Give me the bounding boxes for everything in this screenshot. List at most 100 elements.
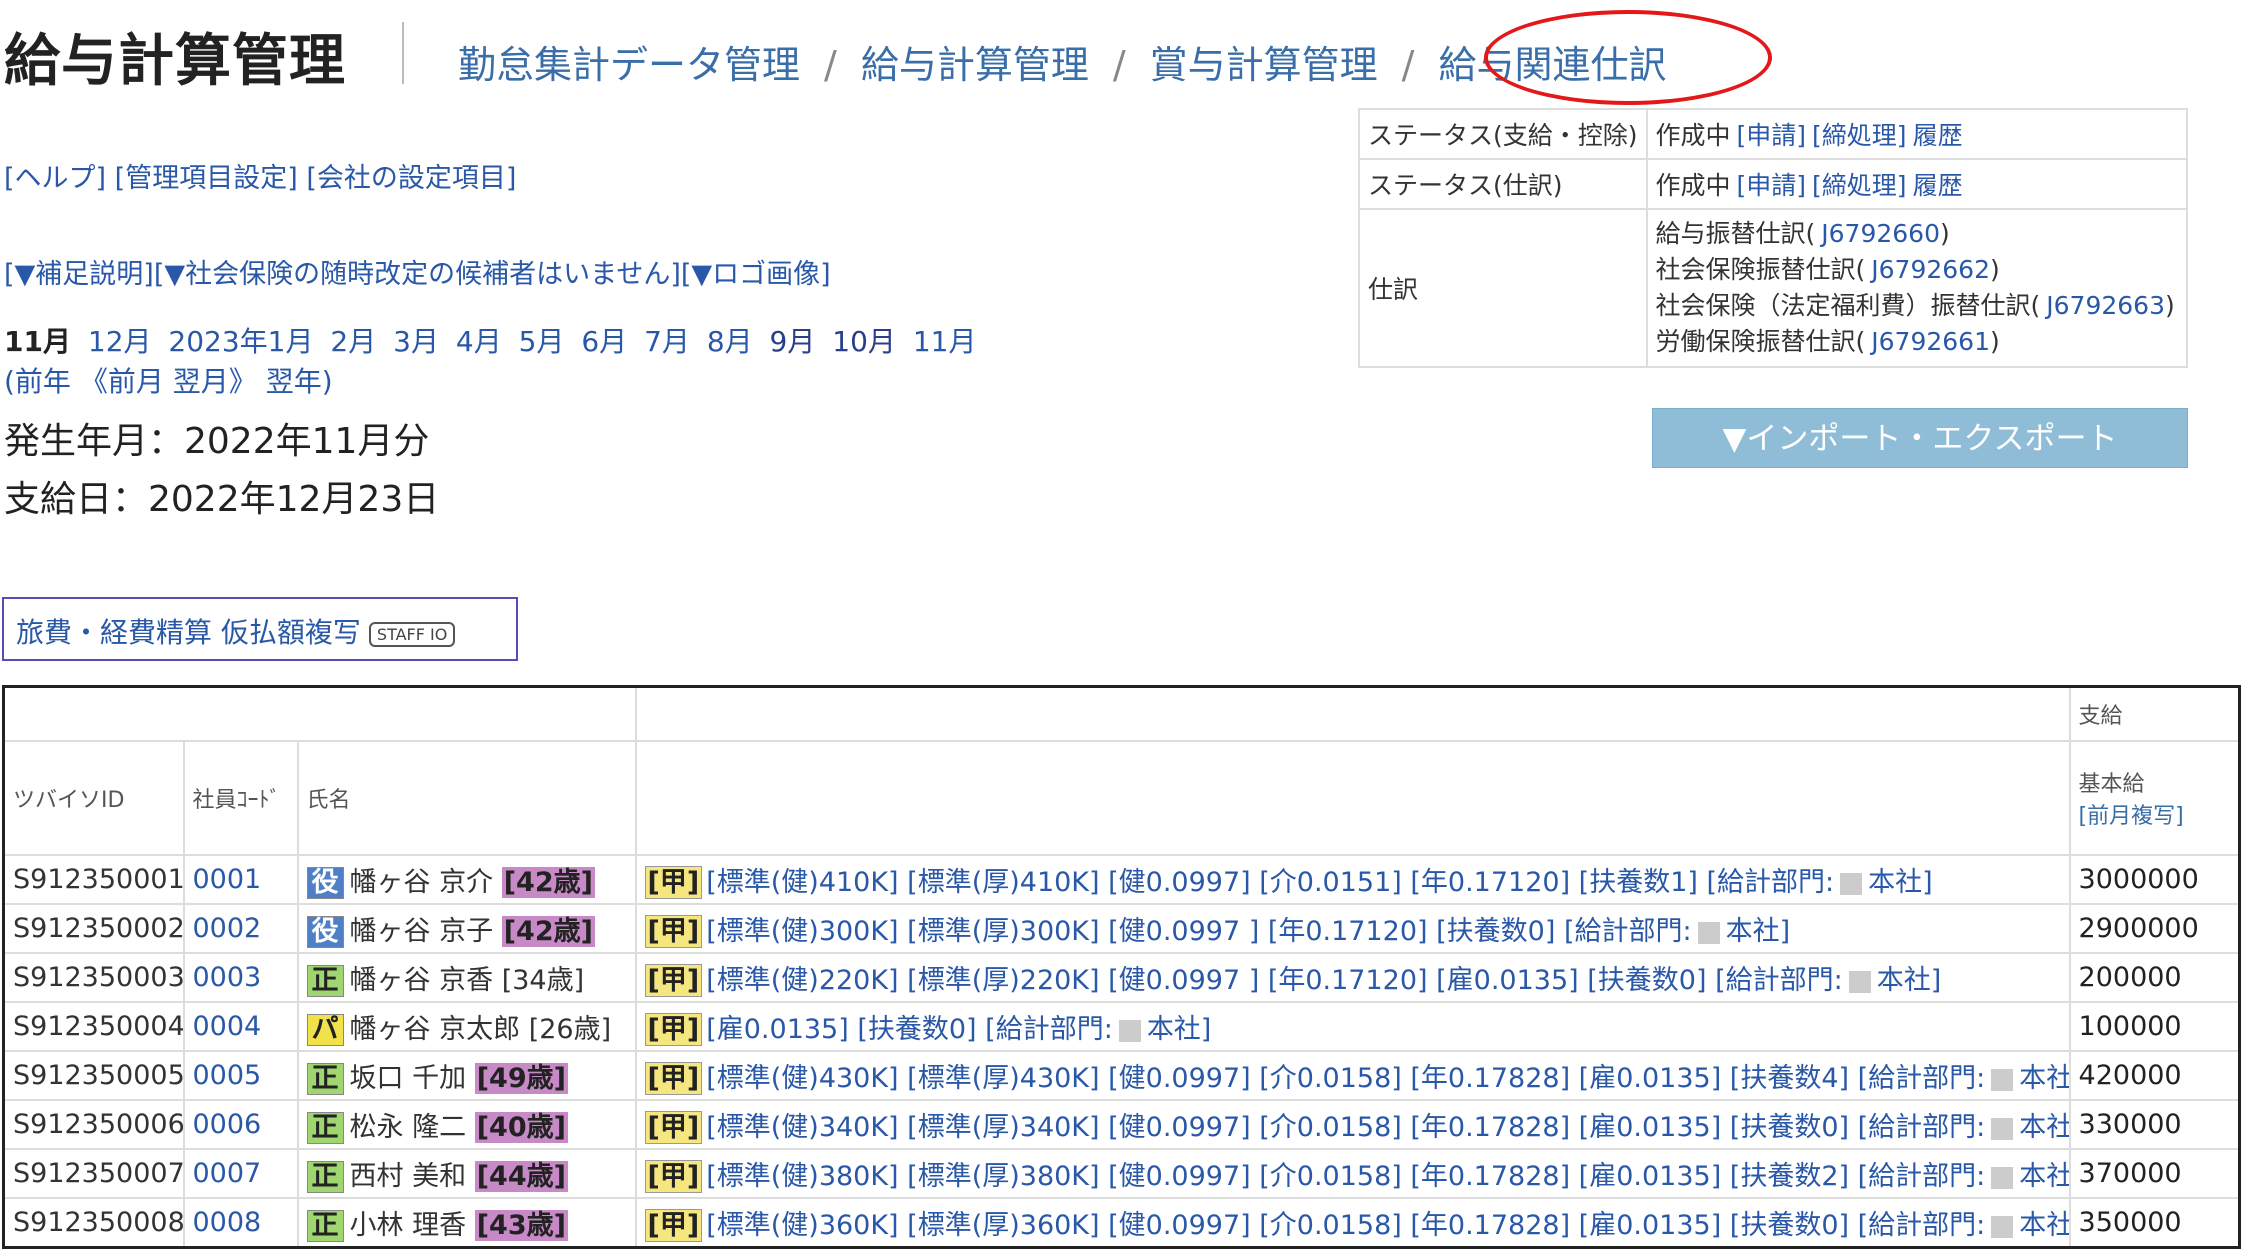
journal-link[interactable]: J6792660: [1821, 219, 1940, 248]
month-link[interactable]: 2023年1月: [168, 325, 313, 358]
dept-link[interactable]: 本社]: [1726, 916, 1791, 947]
employee-age: [42歳]: [501, 916, 595, 947]
supplement-links: [▼補足説明][▼社会保険の随時改定の候補者はいません][▼ロゴ画像]: [4, 252, 831, 291]
apply-link[interactable]: [申請]: [1737, 121, 1807, 150]
basic-salary[interactable]: 100000: [2068, 1001, 2241, 1052]
insurance-info-link[interactable]: [標準(健)300K] [標準(厚)300K] [健0.0997 ] [年0.1…: [706, 916, 1691, 947]
employee-info-cell: [甲] [雇0.0135] [扶養数0] [給計部門: 本社]: [634, 1001, 2071, 1052]
next-month-link[interactable]: 翌月》: [173, 365, 257, 398]
month-link[interactable]: 3月: [393, 325, 439, 358]
employee-code-cell: 0001: [182, 854, 299, 905]
dept-link[interactable]: 本社]: [1147, 1014, 1212, 1045]
close-link[interactable]: [締処理]: [1812, 121, 1907, 150]
employee-info-cell: [甲] [標準(健)410K] [標準(厚)410K] [健0.0997] [介0…: [634, 854, 2071, 905]
import-export-button[interactable]: ▼インポート・エクスポート: [1652, 408, 2188, 468]
insurance-info-link[interactable]: [標準(健)340K] [標準(厚)340K] [健0.0997] [介0.01…: [706, 1112, 1985, 1143]
journal-label: 仕訳: [1358, 208, 1648, 368]
month-link[interactable]: 2月: [330, 325, 376, 358]
copy-prev-month-link[interactable]: [前月複写]: [2079, 798, 2231, 830]
journal-link[interactable]: J6792661: [1871, 327, 1990, 356]
employee-age: [26歳]: [528, 1014, 612, 1045]
journal-link[interactable]: J6792663: [2046, 291, 2165, 320]
employee-code-link[interactable]: 0005: [193, 1060, 262, 1091]
employee-code-link[interactable]: 0003: [193, 962, 262, 993]
dept-color-swatch: [1991, 1215, 2014, 1238]
dept-link[interactable]: 本社]: [1877, 965, 1942, 996]
basic-salary[interactable]: 3000000: [2068, 854, 2241, 905]
table-header-group: 支給: [2, 685, 2241, 742]
employee-id: S912350008: [2, 1197, 185, 1249]
month-link[interactable]: 4月: [456, 325, 502, 358]
employee-name: 幡ヶ谷 京子: [349, 916, 494, 947]
employee-code-link[interactable]: 0008: [193, 1207, 262, 1238]
employee-code-cell: 0008: [182, 1197, 299, 1249]
nav-separator: /: [824, 43, 837, 87]
company-settings-link[interactable]: [会社の設定項目]: [306, 163, 516, 194]
basic-salary[interactable]: 370000: [2068, 1148, 2241, 1199]
employee-code-link[interactable]: 0007: [193, 1158, 262, 1189]
basic-salary[interactable]: 200000: [2068, 952, 2241, 1003]
employee-code-link[interactable]: 0001: [193, 864, 262, 895]
employment-type-badge: 役: [306, 867, 344, 899]
tax-category: [甲]: [644, 1160, 703, 1193]
table-row: S912350005 0005 正坂口 千加 [49歳] [甲] [標準(健)430K]…: [2, 1050, 2241, 1101]
month-link[interactable]: 8月: [707, 325, 753, 358]
apply-link[interactable]: [申請]: [1737, 171, 1807, 200]
employee-name-cell: 役幡ヶ谷 京子 [42歳]: [296, 903, 637, 954]
nav-payroll[interactable]: 給与計算管理: [861, 43, 1089, 87]
employee-code-cell: 0007: [182, 1148, 299, 1199]
history-link[interactable]: 履歴: [1913, 121, 1963, 150]
insurance-info-link[interactable]: [標準(健)430K] [標準(厚)430K] [健0.0997] [介0.01…: [706, 1063, 1985, 1094]
col-basic-header: 基本給 [前月複写]: [2068, 740, 2241, 856]
month-link[interactable]: 7月: [644, 325, 690, 358]
occurrence-month: 発生年月：2022年11月分: [4, 421, 430, 462]
status-label: ステータス(仕訳): [1358, 158, 1648, 210]
basic-salary[interactable]: 420000: [2068, 1050, 2241, 1101]
dept-link[interactable]: 本社]: [1868, 867, 1933, 898]
month-link[interactable]: 12月: [88, 325, 152, 358]
nav-attendance[interactable]: 勤怠集計データ管理: [458, 43, 800, 87]
employee-table: 支給 ツバイソID 社員ｺｰﾄﾞ 氏名 基本給 [前月複写] S91235000…: [2, 685, 2241, 1249]
history-link[interactable]: 履歴: [1913, 171, 1963, 200]
dept-link[interactable]: 本社]: [2019, 1210, 2067, 1241]
insurance-info-link[interactable]: [標準(健)380K] [標準(厚)380K] [健0.0997] [介0.01…: [706, 1161, 1985, 1192]
help-link[interactable]: [ヘルプ]: [4, 163, 106, 194]
dept-link[interactable]: 本社]: [2019, 1112, 2067, 1143]
logo-link[interactable]: [▼ロゴ画像]: [681, 259, 831, 290]
prev-year-link[interactable]: (前年: [4, 365, 71, 398]
insurance-info-link[interactable]: [標準(健)220K] [標準(厚)220K] [健0.0997 ] [年0.1…: [706, 965, 1843, 996]
dept-link[interactable]: 本社]: [2019, 1063, 2067, 1094]
next-year-link[interactable]: 翌年): [266, 365, 333, 398]
travel-expense-copy[interactable]: 旅費・経費精算 仮払額複写 STAFF IO: [2, 597, 518, 661]
dept-link[interactable]: 本社]: [2019, 1161, 2067, 1192]
insurance-info-link[interactable]: [標準(健)360K] [標準(厚)360K] [健0.0997] [介0.01…: [706, 1210, 1985, 1241]
employee-code-link[interactable]: 0004: [193, 1011, 262, 1042]
employment-type-badge: パ: [306, 1014, 344, 1046]
month-link[interactable]: 6月: [581, 325, 627, 358]
supplement-link[interactable]: [▼補足説明]: [4, 259, 154, 290]
month-link[interactable]: 10月: [832, 325, 896, 358]
employee-code-link[interactable]: 0002: [193, 913, 262, 944]
table-row: S912350008 0008 正小林 理香 [43歳] [甲] [標準(健)360K]…: [2, 1197, 2241, 1249]
month-link[interactable]: 5月: [519, 325, 565, 358]
insurance-info-link[interactable]: [雇0.0135] [扶養数0] [給計部門:: [706, 1014, 1113, 1045]
basic-salary[interactable]: 350000: [2068, 1197, 2241, 1249]
nav-bonus[interactable]: 賞与計算管理: [1150, 43, 1378, 87]
travel-expense-link[interactable]: 旅費・経費精算 仮払額複写: [16, 616, 361, 649]
help-links: [ヘルプ] [管理項目設定] [会社の設定項目]: [4, 156, 516, 195]
insurance-info-link[interactable]: [標準(健)410K] [標準(厚)410K] [健0.0997] [介0.01…: [706, 867, 1834, 898]
admin-items-link[interactable]: [管理項目設定]: [115, 163, 298, 194]
basic-salary[interactable]: 2900000: [2068, 903, 2241, 954]
highlight-circle: [1484, 10, 1772, 105]
close-link[interactable]: [締処理]: [1812, 171, 1907, 200]
social-insurance-link[interactable]: [▼社会保険の随時改定の候補者はいません]: [154, 259, 681, 290]
status-state: 作成中: [1655, 171, 1731, 200]
month-link[interactable]: 11月: [913, 325, 977, 358]
prev-month-link[interactable]: 《前月: [80, 365, 164, 398]
journal-link[interactable]: J6792662: [1871, 255, 1990, 284]
status-row: ステータス(仕訳) 作成中 [申請] [締処理] 履歴: [1358, 158, 2189, 210]
employee-code-link[interactable]: 0006: [193, 1109, 262, 1140]
status-row: ステータス(支給・控除) 作成中 [申請] [締処理] 履歴: [1358, 108, 2189, 160]
basic-salary[interactable]: 330000: [2068, 1099, 2241, 1150]
month-link[interactable]: 9月: [770, 325, 816, 358]
